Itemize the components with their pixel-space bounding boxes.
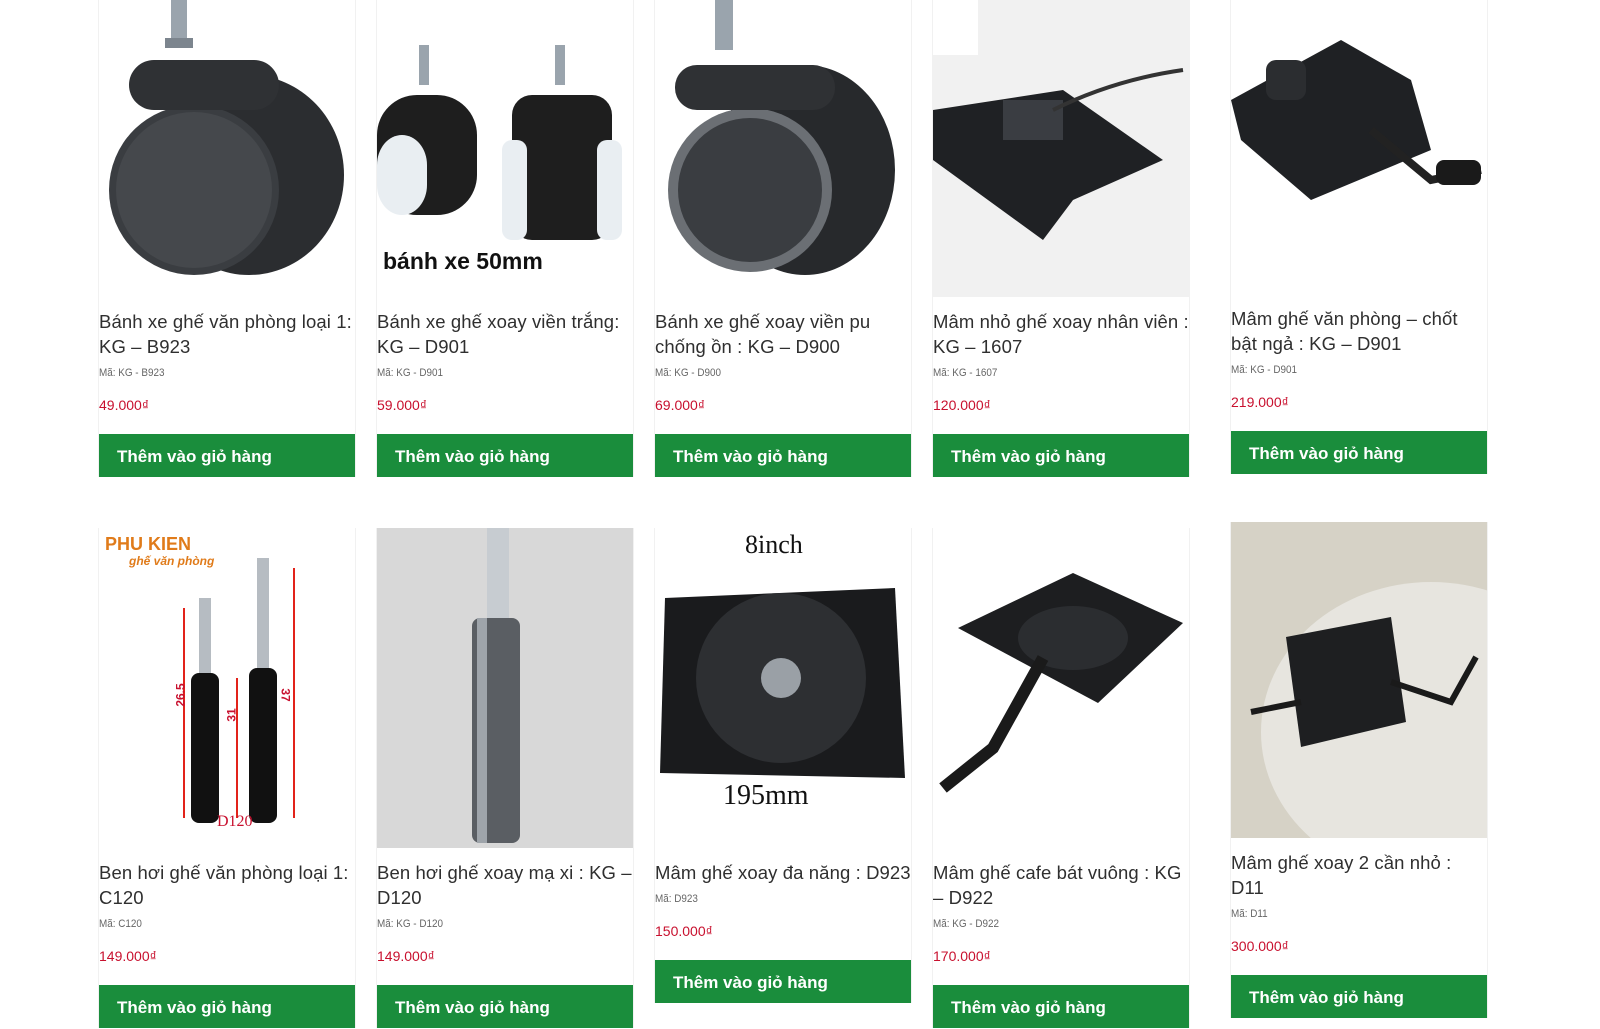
product-code: Mã: KG - D922 (933, 918, 1000, 930)
double-lever-plate-image[interactable] (1231, 522, 1487, 838)
product-price: 69.000₫ (655, 397, 706, 413)
add-to-cart-button[interactable]: Thêm vào giỏ hàng (655, 960, 911, 1003)
gas-lift-pair-image[interactable]: PHU KIEN ghế văn phòng 26.5 37 31 D120 (99, 528, 355, 848)
product-card: PHU KIEN ghế văn phòng 26.5 37 31 D120 B… (98, 528, 356, 1028)
product-card: Bánh xe ghế văn phòng loại 1: KG – B923 … (98, 0, 356, 477)
brand-logo-sub: ghế văn phòng (129, 554, 215, 568)
product-card: Ben hơi ghế xoay mạ xi : KG – D120 Mã: K… (376, 528, 634, 1028)
add-to-cart-button[interactable]: Thêm vào giỏ hàng (377, 434, 633, 477)
product-code: Mã: KG - D901 (1231, 364, 1298, 376)
add-to-cart-button[interactable]: Thêm vào giỏ hàng (933, 434, 1189, 477)
product-code: Mã: D11 (1231, 908, 1268, 920)
product-name[interactable]: Ben hơi ghế xoay mạ xi : KG – D120 (377, 860, 633, 910)
product-price: 149.000₫ (377, 948, 435, 964)
dimension-label: 31 (224, 708, 239, 722)
product-code: Mã: C120 (99, 918, 142, 930)
add-to-cart-button[interactable]: Thêm vào giỏ hàng (1231, 975, 1487, 1018)
caster-wheel-pu-image[interactable] (655, 0, 911, 297)
product-code: Mã: KG - B923 (99, 367, 165, 379)
product-code: Mã: KG - D901 (377, 367, 444, 379)
add-to-cart-button[interactable]: Thêm vào giỏ hàng (1231, 431, 1487, 474)
image-caption: D120 (217, 813, 253, 830)
caster-wheel-white-image[interactable]: bánh xe 50mm (377, 0, 633, 297)
caster-wheel-image[interactable] (99, 0, 355, 297)
chair-plate-lock-image[interactable] (1231, 0, 1487, 292)
product-code: Mã: KG - D900 (655, 367, 722, 379)
product-code: Mã: D923 (655, 893, 698, 905)
product-price: 49.000₫ (99, 397, 150, 413)
add-to-cart-button[interactable]: Thêm vào giỏ hàng (655, 434, 911, 477)
cafe-chair-plate-image[interactable] (933, 528, 1189, 848)
chair-plate-small-image[interactable] (933, 0, 1189, 297)
product-name[interactable]: Mâm ghế cafe bát vuông : KG – D922 (933, 860, 1189, 910)
product-card: 8inch 195mm Mâm ghế xoay đa năng : D923 … (654, 528, 912, 1003)
product-card: Bánh xe ghế xoay viền pu chống ồn : KG –… (654, 0, 912, 477)
product-card: Mâm ghế văn phòng – chốt bật ngả : KG – … (1230, 0, 1488, 474)
product-card: Mâm ghế cafe bát vuông : KG – D922 Mã: K… (932, 528, 1190, 1028)
product-card: bánh xe 50mm Bánh xe ghế xoay viền trắng… (376, 0, 634, 477)
product-name[interactable]: Ben hơi ghế văn phòng loại 1: C120 (99, 860, 355, 910)
product-name[interactable]: Mâm ghế xoay đa năng : D923 (655, 860, 911, 885)
product-code: Mã: KG - D120 (377, 918, 444, 930)
product-price: 59.000₫ (377, 397, 428, 413)
add-to-cart-button[interactable]: Thêm vào giỏ hàng (933, 985, 1189, 1028)
product-price: 149.000₫ (99, 948, 157, 964)
product-code: Mã: KG - 1607 (933, 367, 998, 379)
add-to-cart-button[interactable]: Thêm vào giỏ hàng (99, 434, 355, 477)
add-to-cart-button[interactable]: Thêm vào giỏ hàng (377, 985, 633, 1028)
product-name[interactable]: Mâm ghế văn phòng – chốt bật ngả : KG – … (1231, 306, 1487, 356)
image-caption-bottom: 195mm (723, 780, 809, 811)
product-name[interactable]: Mâm ghế xoay 2 cần nhỏ : D11 (1231, 850, 1487, 900)
product-price: 170.000₫ (933, 948, 991, 964)
product-price: 219.000₫ (1231, 394, 1289, 410)
product-name[interactable]: Bánh xe ghế xoay viền pu chống ồn : KG –… (655, 309, 911, 359)
gas-lift-chrome-image[interactable] (377, 528, 633, 848)
product-card: Mâm nhỏ ghế xoay nhân viên : KG – 1607 M… (932, 0, 1190, 477)
product-price: 120.000₫ (933, 397, 991, 413)
swivel-plate-image[interactable]: 8inch 195mm (655, 528, 911, 848)
product-name[interactable]: Bánh xe ghế văn phòng loại 1: KG – B923 (99, 309, 355, 359)
dimension-label: 26.5 (173, 683, 188, 707)
dimension-label: 37 (278, 688, 293, 702)
add-to-cart-button[interactable]: Thêm vào giỏ hàng (99, 985, 355, 1028)
product-price: 300.000₫ (1231, 938, 1289, 954)
image-caption: bánh xe 50mm (383, 248, 543, 274)
product-price: 150.000₫ (655, 923, 713, 939)
product-card: Mâm ghế xoay 2 cần nhỏ : D11 Mã: D11 300… (1230, 522, 1488, 1018)
image-caption-top: 8inch (745, 530, 803, 559)
product-name[interactable]: Mâm nhỏ ghế xoay nhân viên : KG – 1607 (933, 309, 1189, 359)
brand-logo: PHU KIEN (105, 534, 192, 554)
product-name[interactable]: Bánh xe ghế xoay viền trắng: KG – D901 (377, 309, 633, 359)
